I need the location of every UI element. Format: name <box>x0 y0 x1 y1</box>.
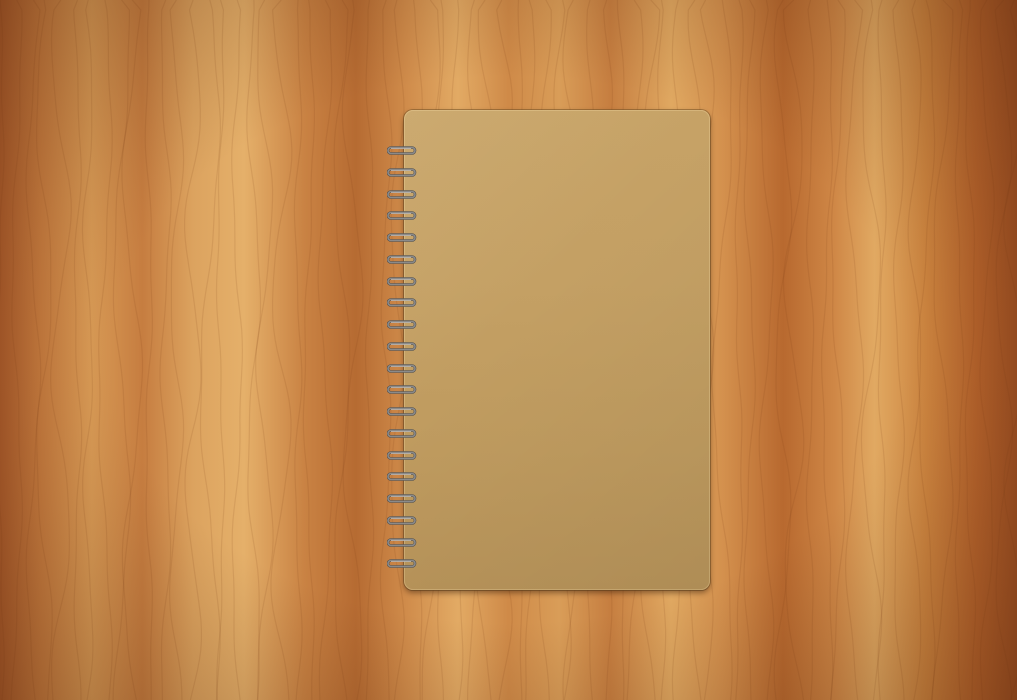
wood-grain-line <box>954 0 965 700</box>
wood-grain-line <box>892 0 906 700</box>
wood-grain-line <box>782 0 805 700</box>
spiral-ring <box>386 553 417 569</box>
wood-grain-line <box>302 0 315 700</box>
wood-grain-line <box>255 0 274 700</box>
wood-grain-line <box>231 0 244 700</box>
wood-grain-line <box>364 0 375 700</box>
spiral-ring <box>386 445 417 460</box>
wood-grain-line <box>734 0 744 700</box>
spiral-ring <box>386 401 417 416</box>
wood-grain-line <box>931 0 954 700</box>
wood-grain-line <box>184 0 202 700</box>
wood-grain-line <box>112 0 132 700</box>
spiral-ring <box>386 162 417 177</box>
wood-grain-line <box>0 0 5 700</box>
spiral-ring <box>386 140 417 155</box>
wood-grain-line <box>758 0 775 700</box>
wood-grain-line <box>844 0 865 700</box>
wood-grain-line <box>877 0 887 700</box>
wood-grain-line <box>36 0 53 700</box>
spiral-ring <box>386 510 417 525</box>
wood-grain-line <box>333 0 351 700</box>
wood-grain-line <box>215 0 226 700</box>
wood-grain-line <box>121 0 144 700</box>
wood-grain-line <box>805 0 815 700</box>
spiral-ring <box>386 532 417 547</box>
spiral-ring <box>386 205 417 221</box>
spiral-ring <box>386 314 417 329</box>
wood-grain-line <box>743 0 756 700</box>
wood-grain-line <box>830 0 846 700</box>
wood-grain-line <box>199 0 222 700</box>
wood-grain-line <box>317 0 334 700</box>
wood-grain-line <box>341 0 364 700</box>
spiral-ring <box>386 227 417 242</box>
wood-grain-line <box>820 0 834 700</box>
spiral-ring <box>386 336 417 351</box>
wood-grain-line <box>168 0 185 700</box>
spiral-ring <box>386 379 417 395</box>
wood-grain-line <box>773 0 793 700</box>
wooden-desk-background <box>0 0 1017 700</box>
wood-grain-line <box>144 0 154 700</box>
wood-grain-line <box>907 0 922 700</box>
cover-sheen <box>404 110 710 590</box>
notebook-cover <box>404 110 710 590</box>
wood-grain-line <box>711 0 733 700</box>
wood-grain-line <box>860 0 883 700</box>
wood-grain-line <box>917 0 936 700</box>
wood-grain-line <box>73 0 83 700</box>
wood-grain-line <box>10 0 24 700</box>
spiral-binding <box>386 140 421 570</box>
wood-grain-line <box>246 0 262 700</box>
wood-grain-line <box>293 0 303 700</box>
spiral-ring <box>386 466 417 482</box>
wood-grain-line <box>979 0 995 700</box>
spiral-ring <box>386 271 417 286</box>
wood-grain-line <box>49 0 72 700</box>
wood-grain-line <box>159 0 172 700</box>
spiral-ring <box>386 249 417 264</box>
spiral-ring <box>386 488 417 503</box>
wood-grain-line <box>81 0 94 700</box>
spiral-ring <box>386 423 417 438</box>
wood-grain-line <box>1003 0 1017 700</box>
wood-grain-line <box>98 0 113 700</box>
wood-grain-line <box>270 0 293 700</box>
wood-grain-line <box>964 0 977 700</box>
wood-grain-line <box>994 0 1014 700</box>
spiral-ring <box>386 292 417 308</box>
spiral-ring <box>386 184 417 199</box>
spiral-ring <box>386 358 417 373</box>
wood-grain-line <box>25 0 42 700</box>
